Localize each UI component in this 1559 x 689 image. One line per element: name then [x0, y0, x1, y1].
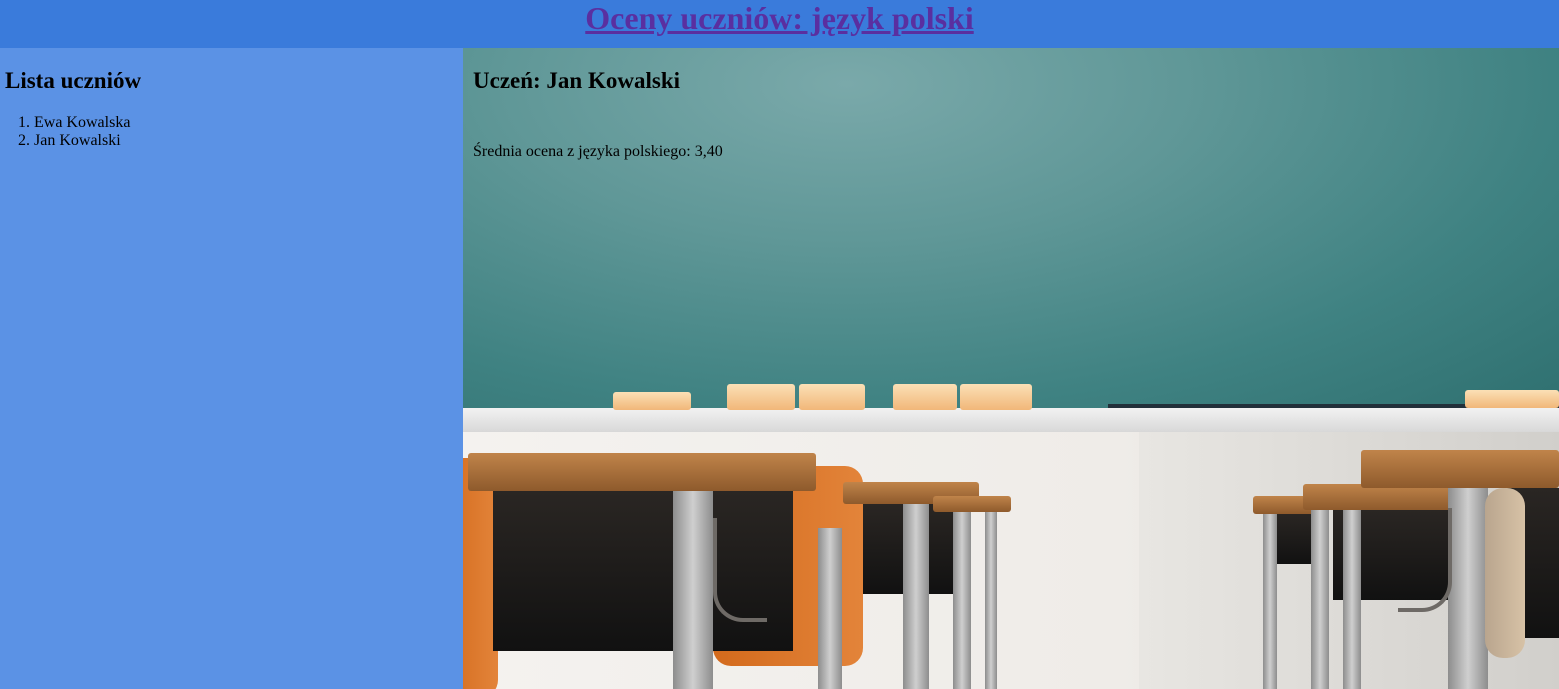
page-title-link[interactable]: Oceny uczniów: język polski [585, 0, 973, 36]
page-header: Oceny uczniów: język polski [0, 0, 1559, 48]
student-list-item: Ewa Kowalska [34, 114, 463, 132]
desk-top [1361, 450, 1559, 488]
eraser [1465, 390, 1559, 408]
desk-top [468, 453, 816, 491]
desk-top [933, 496, 1011, 512]
desk-leg [903, 504, 929, 689]
student-link-jan-kowalski[interactable]: Jan Kowalski [34, 132, 121, 149]
eraser [613, 392, 691, 410]
eraser [960, 384, 1032, 410]
eraser [727, 384, 795, 410]
student-list-sidebar: Lista uczniów Ewa Kowalska Jan Kowalski [0, 48, 463, 689]
eraser [799, 384, 865, 410]
eraser [893, 384, 957, 410]
desk-leg [985, 512, 997, 689]
chair [1485, 488, 1525, 658]
student-list: Ewa Kowalska Jan Kowalski [0, 114, 463, 150]
bag-hook [1398, 508, 1452, 612]
desk-leg [818, 528, 842, 689]
desk-leg [673, 491, 713, 689]
student-list-heading: Lista uczniów [5, 68, 142, 93]
student-list-item: Jan Kowalski [34, 132, 463, 150]
desk-leg [953, 504, 971, 689]
chalk-ledge [463, 408, 1559, 432]
chalkboard [463, 48, 1559, 410]
student-detail-panel: Uczeń: Jan Kowalski Średnia ocena z języ… [463, 48, 1559, 689]
desk-leg [1343, 510, 1361, 689]
average-grade-text: Średnia ocena z języka polskiego: 3,40 [473, 143, 723, 160]
desk-leg [1311, 510, 1329, 689]
bag-hook [713, 518, 767, 622]
student-link-ewa-kowalska[interactable]: Ewa Kowalska [34, 114, 130, 131]
desk-leg [1448, 488, 1488, 689]
desk-leg [1263, 514, 1277, 689]
student-name-heading: Uczeń: Jan Kowalski [473, 68, 680, 93]
